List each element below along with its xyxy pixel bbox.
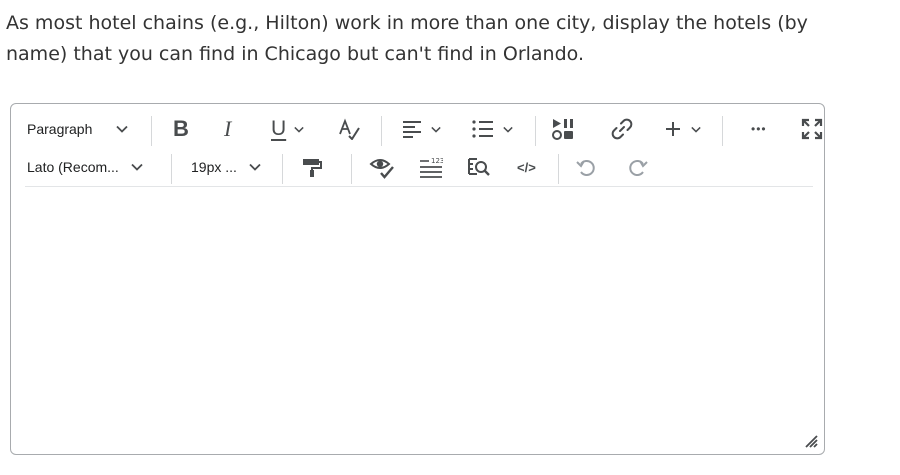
underline-dropdown[interactable]: U bbox=[271, 112, 304, 146]
link-icon bbox=[611, 118, 633, 140]
fullscreen-button[interactable] bbox=[801, 112, 823, 146]
rich-text-editor: Paragraph B I U ••• Lato (Recom... 19px … bbox=[10, 103, 825, 455]
media-icon bbox=[552, 119, 573, 140]
editor-content-area[interactable] bbox=[25, 194, 810, 434]
spellcheck-icon bbox=[339, 118, 360, 140]
font-size-dropdown[interactable]: 19px ... bbox=[191, 150, 261, 184]
source-code-button[interactable]: </> bbox=[517, 150, 536, 184]
spellcheck-button[interactable] bbox=[337, 112, 361, 146]
chevron-down-icon bbox=[431, 126, 441, 133]
italic-icon: I bbox=[224, 116, 232, 141]
more-actions-button[interactable]: ••• bbox=[751, 112, 767, 146]
chevron-down-icon bbox=[116, 125, 129, 133]
font-size-label: 19px ... bbox=[191, 159, 237, 175]
chevron-down-icon bbox=[691, 126, 701, 133]
word-count-button[interactable]: 123 bbox=[419, 150, 443, 184]
underline-icon: U bbox=[271, 117, 287, 140]
more-icon: ••• bbox=[751, 122, 767, 136]
align-left-icon bbox=[403, 121, 421, 138]
insert-more-dropdown[interactable] bbox=[665, 112, 701, 146]
align-dropdown[interactable] bbox=[401, 112, 441, 146]
question-line-2: name) that you can find in Chicago but c… bbox=[6, 43, 584, 65]
format-painter-button[interactable] bbox=[301, 150, 323, 184]
fullscreen-icon bbox=[801, 118, 823, 140]
resize-handle-icon[interactable] bbox=[802, 432, 818, 448]
question-text: As most hotel chains (e.g., Hilton) work… bbox=[6, 8, 886, 70]
paragraph-format-dropdown[interactable]: Paragraph bbox=[27, 112, 129, 146]
bulleted-list-icon bbox=[472, 120, 493, 138]
insert-link-button[interactable] bbox=[610, 112, 634, 146]
accessibility-checker-button[interactable] bbox=[369, 150, 395, 184]
format-painter-icon bbox=[303, 159, 322, 177]
question-line-1: As most hotel chains (e.g., Hilton) work… bbox=[6, 12, 808, 34]
chevron-down-icon bbox=[131, 163, 143, 171]
find-replace-icon bbox=[468, 158, 490, 176]
bold-button[interactable]: B bbox=[173, 112, 189, 146]
italic-button[interactable]: I bbox=[224, 112, 231, 146]
undo-icon bbox=[576, 160, 595, 176]
list-dropdown[interactable] bbox=[471, 112, 513, 146]
chevron-down-icon bbox=[249, 163, 261, 171]
redo-icon bbox=[629, 160, 648, 176]
source-code-icon: </> bbox=[517, 159, 536, 175]
font-family-dropdown[interactable]: Lato (Recom... bbox=[27, 150, 143, 184]
insert-media-button[interactable] bbox=[551, 112, 575, 146]
find-replace-button[interactable] bbox=[467, 150, 491, 184]
plus-icon bbox=[666, 122, 680, 136]
paragraph-format-label: Paragraph bbox=[27, 121, 93, 137]
bold-icon: B bbox=[173, 116, 189, 141]
font-family-label: Lato (Recom... bbox=[27, 159, 119, 175]
chevron-down-icon bbox=[294, 126, 304, 133]
redo-button[interactable] bbox=[626, 150, 648, 184]
accessibility-check-icon bbox=[369, 159, 394, 179]
undo-button[interactable] bbox=[576, 150, 598, 184]
toolbar-divider bbox=[25, 186, 813, 187]
word-count-icon: 123 bbox=[420, 157, 443, 178]
chevron-down-icon bbox=[503, 126, 513, 133]
svg-text:123: 123 bbox=[431, 157, 443, 165]
